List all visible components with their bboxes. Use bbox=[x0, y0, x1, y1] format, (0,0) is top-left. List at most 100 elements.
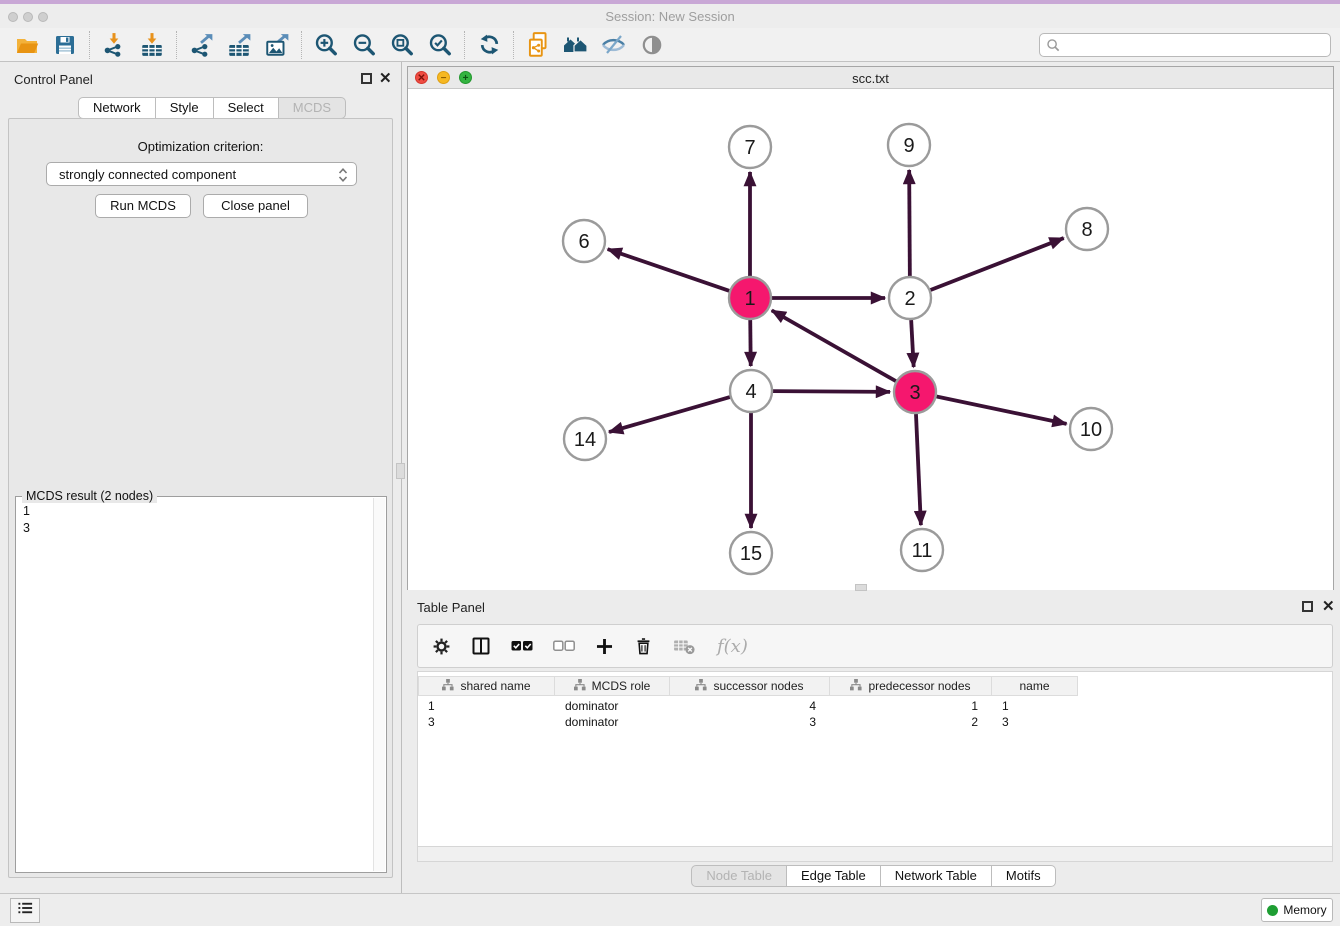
node-10[interactable]: 10 bbox=[1070, 408, 1112, 450]
node-8[interactable]: 8 bbox=[1066, 208, 1108, 250]
network-canvas[interactable]: 1 2 3 4 6 7 8 9 10 11 14 15 bbox=[408, 90, 1333, 590]
toolbar-separator bbox=[513, 31, 514, 59]
node-9[interactable]: 9 bbox=[888, 124, 930, 166]
memory-button[interactable]: Memory bbox=[1261, 898, 1333, 922]
status-bar: Memory bbox=[0, 893, 1340, 926]
result-line: 1 bbox=[23, 503, 30, 520]
toolbar-separator bbox=[89, 31, 90, 59]
edge-3-10[interactable] bbox=[937, 397, 1067, 424]
svg-text:8: 8 bbox=[1081, 219, 1092, 241]
node-6[interactable]: 6 bbox=[563, 220, 605, 262]
export-image-icon[interactable] bbox=[258, 30, 296, 60]
apply-preferred-layout-icon[interactable] bbox=[470, 30, 508, 60]
search-input[interactable] bbox=[1066, 35, 1326, 55]
mcds-result-values: 13 bbox=[23, 503, 30, 537]
splitter-grip[interactable] bbox=[396, 463, 405, 479]
column-label: name bbox=[1019, 679, 1049, 693]
tab-motifs[interactable]: Motifs bbox=[992, 865, 1056, 887]
network-file-icon[interactable] bbox=[519, 30, 557, 60]
delete-column-icon[interactable] bbox=[634, 636, 653, 656]
column-type-icon bbox=[442, 679, 454, 694]
save-session-icon[interactable] bbox=[46, 30, 84, 60]
node-14[interactable]: 14 bbox=[564, 418, 606, 460]
home-icon[interactable] bbox=[557, 30, 595, 60]
column-label: shared name bbox=[460, 679, 530, 693]
horizontal-splitter-grip[interactable] bbox=[855, 584, 867, 591]
column-header-MCDS-role[interactable]: MCDS role bbox=[555, 676, 670, 696]
tab-mcds[interactable]: MCDS bbox=[279, 97, 346, 119]
titlebar: Session: New Session bbox=[0, 4, 1340, 28]
tab-node-table[interactable]: Node Table bbox=[691, 865, 787, 887]
tab-select[interactable]: Select bbox=[214, 97, 279, 119]
column-header-successor-nodes[interactable]: successor nodes bbox=[670, 676, 830, 696]
column-header-shared-name[interactable]: shared name bbox=[418, 676, 555, 696]
task-history-button[interactable] bbox=[10, 898, 40, 923]
search-box[interactable] bbox=[1039, 33, 1331, 57]
svg-text:2: 2 bbox=[904, 288, 915, 310]
result-scrollbar[interactable] bbox=[373, 498, 385, 871]
edge-4-14[interactable] bbox=[609, 397, 730, 432]
optimization-criterion-label: Optimization criterion: bbox=[9, 139, 392, 154]
edge-4-3[interactable] bbox=[773, 391, 890, 392]
node-11[interactable]: 11 bbox=[901, 529, 943, 571]
export-network-icon[interactable] bbox=[182, 30, 220, 60]
tab-style[interactable]: Style bbox=[156, 97, 214, 119]
edge-1-6[interactable] bbox=[608, 249, 730, 291]
network-window-title: scc.txt bbox=[408, 71, 1333, 86]
cell-name: 3 bbox=[992, 714, 1078, 730]
function-builder-icon: f(x) bbox=[717, 636, 748, 657]
edge-2-8[interactable] bbox=[930, 238, 1063, 290]
column-header-name[interactable]: name bbox=[992, 676, 1078, 696]
close-panel-button[interactable]: Close panel bbox=[203, 194, 308, 218]
float-panel-icon[interactable] bbox=[361, 73, 372, 84]
criterion-dropdown[interactable]: strongly connected component bbox=[46, 162, 357, 186]
close-panel-icon[interactable]: ✕ bbox=[379, 73, 390, 84]
deselect-all-checkboxes-icon[interactable] bbox=[553, 639, 575, 653]
tab-edge-table[interactable]: Edge Table bbox=[787, 865, 881, 887]
select-all-checkboxes-icon[interactable] bbox=[511, 639, 533, 653]
edge-3-1[interactable] bbox=[772, 310, 896, 381]
svg-text:1: 1 bbox=[744, 288, 755, 310]
open-session-icon[interactable] bbox=[8, 30, 46, 60]
zoom-in-icon[interactable] bbox=[307, 30, 345, 60]
column-type-icon bbox=[574, 679, 586, 694]
import-network-icon[interactable] bbox=[95, 30, 133, 60]
import-table-icon[interactable] bbox=[133, 30, 171, 60]
table-row[interactable]: 3dominator323 bbox=[418, 714, 1078, 730]
tab-network-table[interactable]: Network Table bbox=[881, 865, 992, 887]
tab-network[interactable]: Network bbox=[78, 97, 156, 119]
criterion-value: strongly connected component bbox=[59, 167, 236, 182]
edge-2-9[interactable] bbox=[909, 170, 910, 276]
cell-predecessor-nodes: 2 bbox=[830, 714, 992, 730]
export-table-icon[interactable] bbox=[220, 30, 258, 60]
table-row[interactable]: 1dominator411 bbox=[418, 698, 1078, 714]
control-panel: Control Panel ✕ NetworkStyleSelectMCDS O… bbox=[0, 62, 401, 893]
table-panel: Table Panel ✕ f(x) bbox=[407, 595, 1340, 888]
show-column-icon[interactable] bbox=[471, 636, 491, 656]
search-icon bbox=[1046, 38, 1061, 58]
zoom-fit-content-icon[interactable] bbox=[383, 30, 421, 60]
settings-gear-icon[interactable] bbox=[432, 637, 451, 656]
run-mcds-button[interactable]: Run MCDS bbox=[95, 194, 191, 218]
node-4[interactable]: 4 bbox=[730, 370, 772, 412]
zoom-out-icon[interactable] bbox=[345, 30, 383, 60]
table-panel-title: Table Panel bbox=[417, 600, 485, 615]
zoom-selected-icon[interactable] bbox=[421, 30, 459, 60]
graphics-details-icon[interactable] bbox=[595, 30, 633, 60]
node-7[interactable]: 7 bbox=[729, 126, 771, 168]
column-header-predecessor-nodes[interactable]: predecessor nodes bbox=[830, 676, 992, 696]
add-column-icon[interactable] bbox=[595, 637, 614, 656]
float-table-panel-icon[interactable] bbox=[1302, 601, 1313, 612]
window-title: Session: New Session bbox=[0, 9, 1340, 24]
mcds-result-title: MCDS result (2 nodes) bbox=[22, 489, 157, 503]
close-table-panel-icon[interactable]: ✕ bbox=[1322, 601, 1333, 612]
edge-3-11[interactable] bbox=[916, 414, 921, 525]
node-15[interactable]: 15 bbox=[730, 532, 772, 574]
table-scrollbar[interactable] bbox=[417, 847, 1333, 862]
edge-2-3[interactable] bbox=[911, 320, 914, 367]
birds-eye-view-icon[interactable] bbox=[633, 30, 671, 60]
table-header-row: shared name MCDS rolesuccessor nodesprede… bbox=[418, 676, 1078, 696]
node-1[interactable]: 1 bbox=[729, 277, 771, 319]
node-2[interactable]: 2 bbox=[889, 277, 931, 319]
node-3[interactable]: 3 bbox=[894, 371, 936, 413]
